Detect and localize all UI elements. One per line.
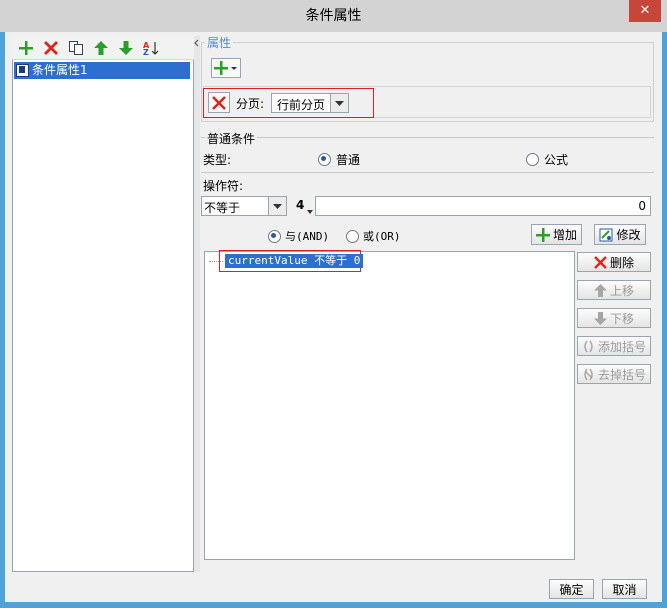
remove-bracket-icon xyxy=(584,368,593,380)
add-icon[interactable] xyxy=(16,38,36,58)
add-bracket-button[interactable]: 添加括号 xyxy=(577,336,651,356)
radio-button[interactable] xyxy=(346,229,359,243)
operator-value: 不等于 xyxy=(204,201,241,215)
left-toolbar: AZ xyxy=(12,36,194,60)
type-option-formula-label: 公式 xyxy=(544,153,569,167)
type-divider xyxy=(201,172,654,173)
move-up-button[interactable]: 上移 xyxy=(577,280,651,300)
remove-bracket-button[interactable]: 去掉括号 xyxy=(577,364,651,384)
tree-item-condition-1[interactable]: 条件属性1 xyxy=(14,62,190,79)
logic-option-and[interactable]: 与(AND) xyxy=(268,228,329,244)
radio-button[interactable] xyxy=(268,229,281,243)
move-up-icon[interactable] xyxy=(91,38,111,58)
type-option-normal[interactable]: 普通 xyxy=(318,151,360,168)
delete-icon xyxy=(594,255,607,269)
remove-pagination-button[interactable] xyxy=(208,92,230,113)
svg-text:Z: Z xyxy=(143,48,149,56)
bracket-icon xyxy=(584,340,593,352)
ok-button[interactable]: 确定 xyxy=(549,579,594,599)
properties-legend: 属性 xyxy=(205,34,234,51)
delete-condition-button[interactable]: 删除 xyxy=(577,252,651,272)
value-type-glyph: 4 xyxy=(296,198,305,212)
value-type-button[interactable]: 4 xyxy=(292,196,314,216)
chevron-down-icon[interactable] xyxy=(330,94,348,112)
copy-icon[interactable] xyxy=(66,38,86,58)
modify-condition-label: 修改 xyxy=(616,228,641,242)
type-option-normal-label: 普通 xyxy=(336,153,361,167)
remove-bracket-label: 去掉括号 xyxy=(597,367,646,382)
logic-option-or-label: 或(OR) xyxy=(363,230,401,243)
close-button[interactable]: ✕ xyxy=(629,0,661,22)
add-condition-label: 增加 xyxy=(552,228,577,242)
add-property-dropdown[interactable] xyxy=(211,58,241,78)
ok-label: 确定 xyxy=(559,582,584,597)
condition-list[interactable] xyxy=(204,251,575,560)
panel-splitter[interactable] xyxy=(194,36,200,572)
delete-condition-label: 删除 xyxy=(609,255,634,270)
delete-icon xyxy=(212,95,226,110)
type-label: 类型: xyxy=(203,153,232,167)
pagination-label: 分页: xyxy=(236,97,265,111)
logic-option-and-label: 与(AND) xyxy=(285,230,330,243)
sort-icon[interactable]: AZ xyxy=(141,38,161,58)
move-up-label: 上移 xyxy=(609,283,634,298)
condition-tree-panel xyxy=(12,36,194,572)
value-input-text: 0 xyxy=(638,199,646,213)
condition-item-icon xyxy=(16,64,29,77)
arrow-up-icon xyxy=(593,283,607,297)
condition-list-item[interactable]: currentValue 不等于 0 xyxy=(225,254,364,268)
cancel-label: 取消 xyxy=(612,582,637,597)
pagination-value: 行前分页 xyxy=(277,98,326,112)
add-icon xyxy=(535,227,550,242)
type-option-formula[interactable]: 公式 xyxy=(526,151,568,168)
logic-option-or[interactable]: 或(OR) xyxy=(346,228,401,244)
operator-select[interactable]: 不等于 xyxy=(201,196,287,216)
add-condition-button[interactable]: 增加 xyxy=(531,224,582,245)
move-down-label: 下移 xyxy=(609,311,634,326)
operator-label: 操作符: xyxy=(203,179,244,193)
pagination-select[interactable]: 行前分页 xyxy=(271,93,349,113)
arrow-down-icon xyxy=(593,311,607,325)
radio-button[interactable] xyxy=(318,153,331,166)
chevron-down-icon[interactable] xyxy=(268,197,286,215)
window-title: 条件属性 xyxy=(305,8,362,24)
tree-item-label: 条件属性1 xyxy=(32,63,88,77)
cancel-button[interactable]: 取消 xyxy=(602,579,647,599)
condition-group-divider xyxy=(201,137,654,138)
condition-legend: 普通条件 xyxy=(205,130,258,147)
value-input[interactable]: 0 xyxy=(315,196,651,216)
move-down-icon[interactable] xyxy=(116,38,136,58)
modify-condition-button[interactable]: 修改 xyxy=(594,224,646,245)
chevron-down-icon xyxy=(307,210,313,214)
radio-button[interactable] xyxy=(526,153,539,166)
edit-icon xyxy=(599,228,613,241)
move-down-button[interactable]: 下移 xyxy=(577,308,651,328)
delete-icon[interactable] xyxy=(41,38,61,58)
add-bracket-label: 添加括号 xyxy=(597,339,646,354)
